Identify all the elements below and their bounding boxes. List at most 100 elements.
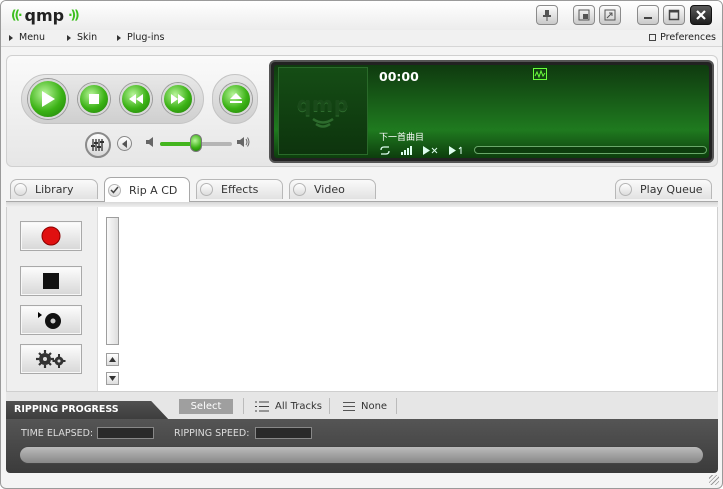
play-queue-tab[interactable]: Play Queue	[615, 179, 712, 199]
resize-grip[interactable]	[709, 475, 719, 485]
record-button[interactable]	[20, 221, 82, 251]
tab-video[interactable]: Video	[289, 179, 376, 199]
tab-label: Effects	[221, 183, 259, 196]
none-label: None	[361, 400, 388, 412]
radio-icon	[108, 183, 121, 197]
mini-mode-button[interactable]	[599, 5, 621, 25]
app-logo: ((· qmp ·))	[11, 5, 80, 25]
tab-effects[interactable]: Effects	[196, 179, 283, 199]
select-label: Select	[179, 399, 233, 414]
scroll-up-button[interactable]	[106, 353, 119, 366]
play-button[interactable]	[28, 79, 68, 119]
logo-waves-left: ((·	[11, 8, 22, 22]
fast-forward-button[interactable]	[162, 83, 194, 115]
separator	[243, 398, 244, 414]
track-list[interactable]	[98, 207, 717, 391]
eject-icon	[230, 93, 242, 103]
tab-bar: Library Rip A CD Effects Video Play Queu…	[1, 177, 722, 202]
separator	[396, 398, 397, 414]
minimize-button[interactable]	[637, 5, 659, 25]
selection-bar: RIPPING PROGRESS Select All Tracks None	[6, 391, 718, 422]
select-all-tracks-button[interactable]: All Tracks	[255, 398, 322, 414]
tab-library[interactable]: Library	[10, 179, 98, 199]
visualization-button[interactable]	[533, 68, 547, 80]
arrow-right-icon	[117, 34, 121, 41]
balance-button[interactable]	[117, 136, 132, 151]
separator	[329, 398, 330, 414]
list-icon	[255, 401, 269, 411]
tab-rip-a-cd[interactable]: Rip A CD	[104, 177, 190, 202]
title-bar: ((· qmp ·))	[1, 1, 722, 30]
time-elapsed-value	[97, 427, 154, 439]
preferences-label: Preferences	[660, 32, 716, 43]
compact-mode-icon	[578, 9, 590, 21]
volume-high-icon	[237, 137, 250, 147]
balance-icon	[121, 139, 127, 148]
pin-icon	[543, 10, 551, 21]
arrow-up-icon	[109, 357, 116, 362]
stop-icon	[89, 94, 99, 104]
track-title: 下一首曲目	[379, 133, 425, 143]
seek-bar[interactable]	[474, 146, 707, 154]
mute-icon[interactable]	[423, 146, 439, 155]
scroll-down-button[interactable]	[106, 372, 119, 385]
radio-icon	[200, 183, 213, 196]
menu-item-plugins[interactable]: Plug-ins	[117, 32, 164, 43]
stop-rip-button[interactable]	[20, 266, 82, 296]
settings-button[interactable]	[20, 344, 82, 374]
stop-square-icon	[43, 273, 59, 289]
time-display: 00:00	[379, 69, 419, 84]
check-icon	[110, 186, 119, 194]
record-icon	[41, 226, 61, 246]
equalizer-button[interactable]	[85, 132, 111, 158]
rewind-button[interactable]	[120, 83, 152, 115]
rip-panel	[6, 207, 718, 391]
preferences-icon	[649, 34, 657, 41]
radio-icon	[293, 183, 306, 196]
preferences-button[interactable]: Preferences	[649, 32, 716, 43]
cd-play-icon	[38, 312, 61, 329]
repeat-icon[interactable]	[379, 146, 391, 155]
time-elapsed-label: TIME ELAPSED:	[21, 428, 94, 439]
settings-gears-icon	[36, 350, 66, 368]
next-one-icon[interactable]	[449, 146, 465, 155]
menu-item-skin[interactable]: Skin	[67, 32, 97, 43]
ripping-speed-label: RIPPING SPEED:	[174, 428, 250, 439]
lcd-display: qmp 00:00 下一首曲目	[269, 60, 714, 163]
close-button[interactable]	[690, 5, 712, 25]
visualization-icon	[534, 69, 546, 79]
radio-icon	[14, 183, 27, 196]
lines-icon	[343, 401, 355, 411]
play-icon	[42, 91, 55, 107]
cd-play-button[interactable]	[20, 305, 82, 335]
signal-icon[interactable]	[401, 146, 413, 155]
player-panel: qmp 00:00 下一首曲目	[6, 55, 718, 167]
arrow-down-icon	[109, 376, 116, 381]
play-queue-label: Play Queue	[640, 183, 703, 196]
lcd-controls	[379, 146, 465, 155]
rip-controls	[7, 207, 98, 391]
pin-button[interactable]	[536, 5, 558, 25]
select-none-button[interactable]: None	[343, 398, 387, 414]
rewind-icon	[129, 94, 143, 104]
ripping-progress-panel: TIME ELAPSED: RIPPING SPEED:	[6, 419, 718, 473]
album-art-logo: qmp	[296, 92, 350, 116]
mini-mode-icon	[604, 9, 616, 21]
volume-thumb[interactable]	[190, 134, 202, 152]
stop-button[interactable]	[78, 83, 110, 115]
arrow-right-icon	[67, 34, 71, 41]
close-icon	[696, 10, 706, 20]
album-art: qmp	[278, 67, 368, 155]
maximize-button[interactable]	[663, 5, 685, 25]
tab-label: Video	[314, 183, 345, 196]
ripping-progress-label: RIPPING PROGRESS	[14, 404, 119, 415]
eject-button[interactable]	[220, 83, 252, 115]
tab-label: Rip A CD	[129, 183, 178, 197]
compact-mode-button[interactable]	[573, 5, 595, 25]
scrollbar[interactable]	[106, 217, 119, 345]
all-tracks-label: All Tracks	[275, 400, 322, 412]
tab-label: Library	[35, 183, 74, 196]
menu-item-menu[interactable]: Menu	[9, 32, 45, 43]
menu-item-label: Skin	[77, 32, 98, 43]
minimize-icon	[644, 17, 652, 19]
